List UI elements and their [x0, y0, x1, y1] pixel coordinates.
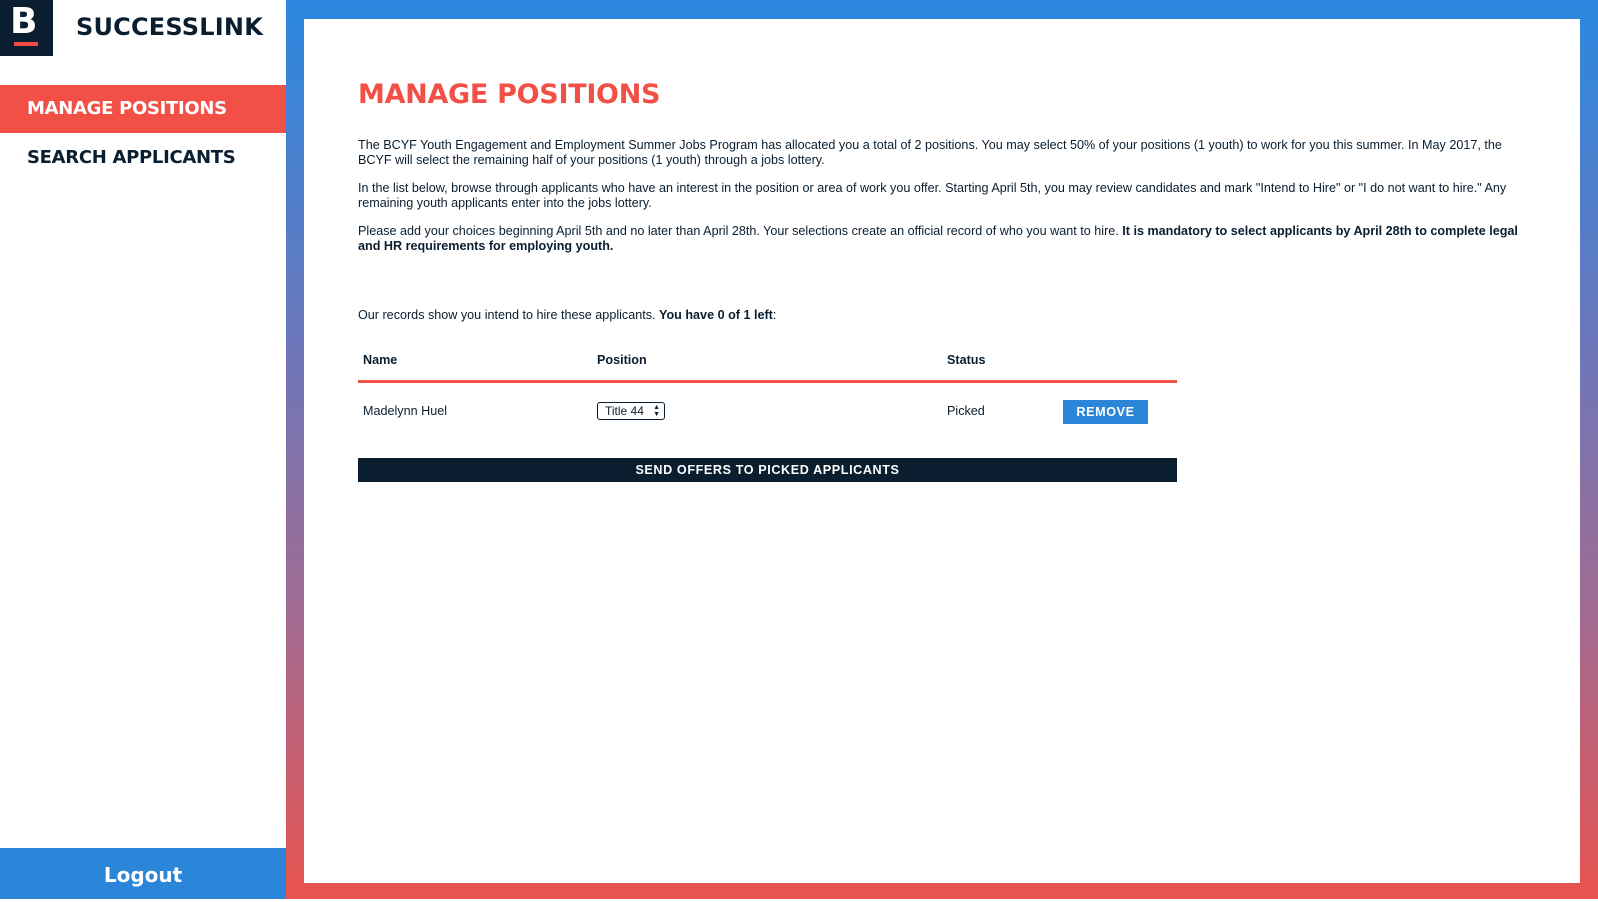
main-content: MANAGE POSITIONS The BCYF Youth Engageme…	[304, 19, 1580, 883]
records-text: Our records show you intend to hire thes…	[358, 308, 660, 322]
applicant-name: Madelynn Huel	[363, 404, 448, 418]
logout-button[interactable]: Logout	[0, 848, 286, 899]
select-arrows-icon: ▲ ▼	[653, 404, 660, 418]
remove-button[interactable]: REMOVE	[1063, 400, 1148, 424]
app-title: SUCCESSLINK	[76, 13, 263, 41]
page-title: MANAGE POSITIONS	[358, 79, 661, 110]
brand-header: B SUCCESSLINK	[0, 0, 286, 56]
records-summary: Our records show you intend to hire thes…	[358, 308, 776, 322]
table-row: Madelynn Huel Title 44 ▲ ▼ Picked REMOVE	[358, 383, 1177, 439]
column-header-status: Status	[947, 353, 986, 367]
send-offers-button[interactable]: SEND OFFERS TO PICKED APPLICANTS	[358, 458, 1177, 482]
records-suffix: :	[772, 308, 777, 322]
column-header-name: Name	[363, 353, 398, 367]
content-frame: MANAGE POSITIONS The BCYF Youth Engageme…	[286, 0, 1598, 899]
logo-letter: B	[10, 1, 38, 42]
applicant-status: Picked	[947, 404, 985, 418]
intro-paragraph-3: Please add your choices beginning April …	[358, 224, 1528, 254]
logo[interactable]: B	[0, 0, 53, 56]
sidebar-item-manage-positions[interactable]: MANAGE POSITIONS	[0, 85, 286, 133]
remaining-count: You have 0 of 1 left	[659, 308, 773, 322]
sidebar-item-search-applicants[interactable]: SEARCH APPLICANTS	[0, 134, 286, 182]
sidebar: B SUCCESSLINK MANAGE POSITIONS SEARCH AP…	[0, 0, 286, 899]
logo-underline	[14, 42, 38, 46]
deadline-text: Please add your choices beginning April …	[358, 224, 1123, 238]
position-select[interactable]: Title 44 ▲ ▼	[597, 402, 665, 420]
column-header-position: Position	[597, 353, 647, 367]
intro-paragraph-2: In the list below, browse through applic…	[358, 181, 1507, 210]
position-select-value: Title 44	[605, 404, 644, 418]
intro-paragraph-1: The BCYF Youth Engagement and Employment…	[358, 138, 1502, 167]
